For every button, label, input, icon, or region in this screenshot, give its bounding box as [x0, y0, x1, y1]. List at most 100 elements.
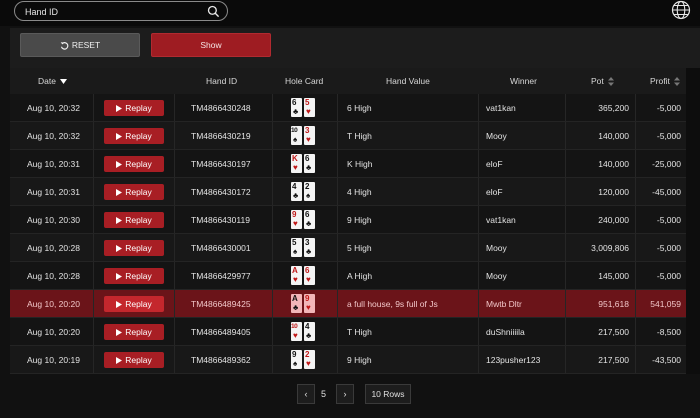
replay-button[interactable]: Replay [104, 296, 164, 312]
table-row[interactable]: Aug 10, 20:19 Replay TM4866489362 9 ♠ 2 ♥… [10, 346, 686, 374]
replay-label: Replay [125, 131, 152, 141]
card-rank: 6 [305, 266, 310, 275]
hole-cards: K ♥ 6 ♣ [291, 154, 315, 174]
column-divider [272, 122, 273, 149]
reset-button[interactable]: RESET [20, 33, 140, 57]
column-divider [174, 122, 175, 149]
row-winner: eloF [486, 159, 503, 169]
row-hand-id: TM4866430001 [191, 243, 251, 253]
column-pot[interactable]: Pot [591, 76, 615, 87]
table-row[interactable]: Aug 10, 20:32 Replay TM4866430248 6 ♣ 5 ♥… [10, 94, 686, 122]
column-divider [93, 234, 94, 261]
row-hand-value: 9 High [347, 215, 372, 225]
replay-label: Replay [125, 103, 152, 113]
row-date: Aug 10, 20:32 [27, 131, 80, 141]
replay-button[interactable]: Replay [104, 240, 164, 256]
rows-per-page-select[interactable]: 10 Rows [365, 384, 411, 404]
row-pot: 140,000 [598, 131, 629, 141]
playing-card: 5 ♥ [304, 98, 315, 117]
row-date: Aug 10, 20:31 [27, 159, 80, 169]
column-divider [272, 318, 273, 345]
column-divider [337, 150, 338, 177]
table-row[interactable]: Aug 10, 20:30 Replay TM4866430119 9 ♥ 6 ♣… [10, 206, 686, 234]
row-winner: vat1kan [486, 215, 516, 225]
column-hand-id: Hand ID [206, 76, 238, 86]
row-winner: Mwtb Dltr [486, 299, 522, 309]
filter-toolbar: RESET Show [10, 28, 700, 68]
replay-button[interactable]: Replay [104, 352, 164, 368]
column-divider [478, 234, 479, 261]
row-hand-value: 4 High [347, 187, 372, 197]
column-divider [174, 94, 175, 121]
card-suit-icon: ♥ [293, 219, 298, 228]
search-box[interactable] [14, 1, 228, 21]
column-divider [93, 150, 94, 177]
playing-card: 9 ♥ [291, 210, 302, 229]
replay-label: Replay [125, 327, 152, 337]
prev-page-button[interactable]: ‹ [297, 384, 315, 404]
row-pot: 951,618 [598, 299, 629, 309]
play-icon [116, 300, 123, 308]
scrollbar[interactable] [686, 68, 700, 374]
card-rank: A [292, 266, 298, 275]
table-row[interactable]: Aug 10, 20:28 Replay TM4866430001 5 ♠ 3 ♣… [10, 234, 686, 262]
replay-button[interactable]: Replay [104, 268, 164, 284]
table-row[interactable]: Aug 10, 20:28 Replay TM4866429977 A ♥ 6 ♥… [10, 262, 686, 290]
row-date: Aug 10, 20:32 [27, 103, 80, 113]
replay-button[interactable]: Replay [104, 184, 164, 200]
column-date[interactable]: Date [38, 76, 68, 86]
row-hand-id: TM4866430197 [191, 159, 251, 169]
card-rank: 4 [305, 322, 310, 331]
table-row[interactable]: Aug 10, 20:20 Replay TM4866489425 A ♣ 9 ♥… [10, 290, 686, 318]
next-page-button[interactable]: › [336, 384, 354, 404]
table-row[interactable]: Aug 10, 20:31 Replay TM4866430197 K ♥ 6 ♣… [10, 150, 686, 178]
table-body: Aug 10, 20:32 Replay TM4866430248 6 ♣ 5 ♥… [10, 94, 686, 374]
column-profit[interactable]: Profit [650, 76, 681, 87]
column-divider [565, 262, 566, 289]
row-hand-value: 9 High [347, 355, 372, 365]
show-label: Show [200, 40, 222, 50]
card-suit-icon: ♥ [306, 303, 311, 312]
globe-icon[interactable] [671, 0, 691, 20]
search-icon[interactable] [207, 5, 220, 18]
column-divider [337, 346, 338, 373]
row-hand-value: a full house, 9s full of Js [347, 299, 438, 309]
replay-button[interactable]: Replay [104, 100, 164, 116]
row-hand-id: TM4866430248 [191, 103, 251, 113]
playing-card: 5 ♠ [291, 238, 302, 257]
replay-button[interactable]: Replay [104, 128, 164, 144]
sort-icon [674, 77, 681, 87]
column-divider [565, 206, 566, 233]
card-rank: 6 [305, 154, 310, 163]
play-icon [116, 188, 123, 196]
hole-cards: 9 ♥ 6 ♣ [291, 210, 315, 230]
card-rank: 2 [305, 182, 310, 191]
column-divider [565, 290, 566, 317]
replay-button[interactable]: Replay [104, 156, 164, 172]
card-rank: 9 [292, 210, 297, 219]
column-divider [478, 262, 479, 289]
hole-cards: 10 ♠ 3 ♥ [291, 126, 315, 146]
replay-button[interactable]: Replay [104, 324, 164, 340]
show-button[interactable]: Show [151, 33, 271, 57]
column-divider [337, 318, 338, 345]
column-divider [93, 262, 94, 289]
replay-button[interactable]: Replay [104, 212, 164, 228]
card-suit-icon: ♣ [306, 163, 312, 172]
playing-card: 3 ♣ [304, 238, 315, 257]
playing-card: A ♣ [291, 294, 302, 313]
hole-cards: 4 ♣ 2 ♠ [291, 182, 315, 202]
column-divider [565, 178, 566, 205]
card-rank: 2 [305, 350, 310, 359]
table-row[interactable]: Aug 10, 20:31 Replay TM4866430172 4 ♣ 2 ♠… [10, 178, 686, 206]
column-divider [478, 206, 479, 233]
row-pot: 217,500 [598, 327, 629, 337]
column-divider [337, 94, 338, 121]
row-hand-id: TM4866430219 [191, 131, 251, 141]
table-row[interactable]: Aug 10, 20:20 Replay TM4866489405 10 ♥ 4 … [10, 318, 686, 346]
table-row[interactable]: Aug 10, 20:32 Replay TM4866430219 10 ♠ 3 … [10, 122, 686, 150]
search-input[interactable] [25, 5, 205, 18]
card-rank: 3 [305, 126, 310, 135]
card-rank: 9 [305, 294, 310, 303]
column-divider [93, 94, 94, 121]
